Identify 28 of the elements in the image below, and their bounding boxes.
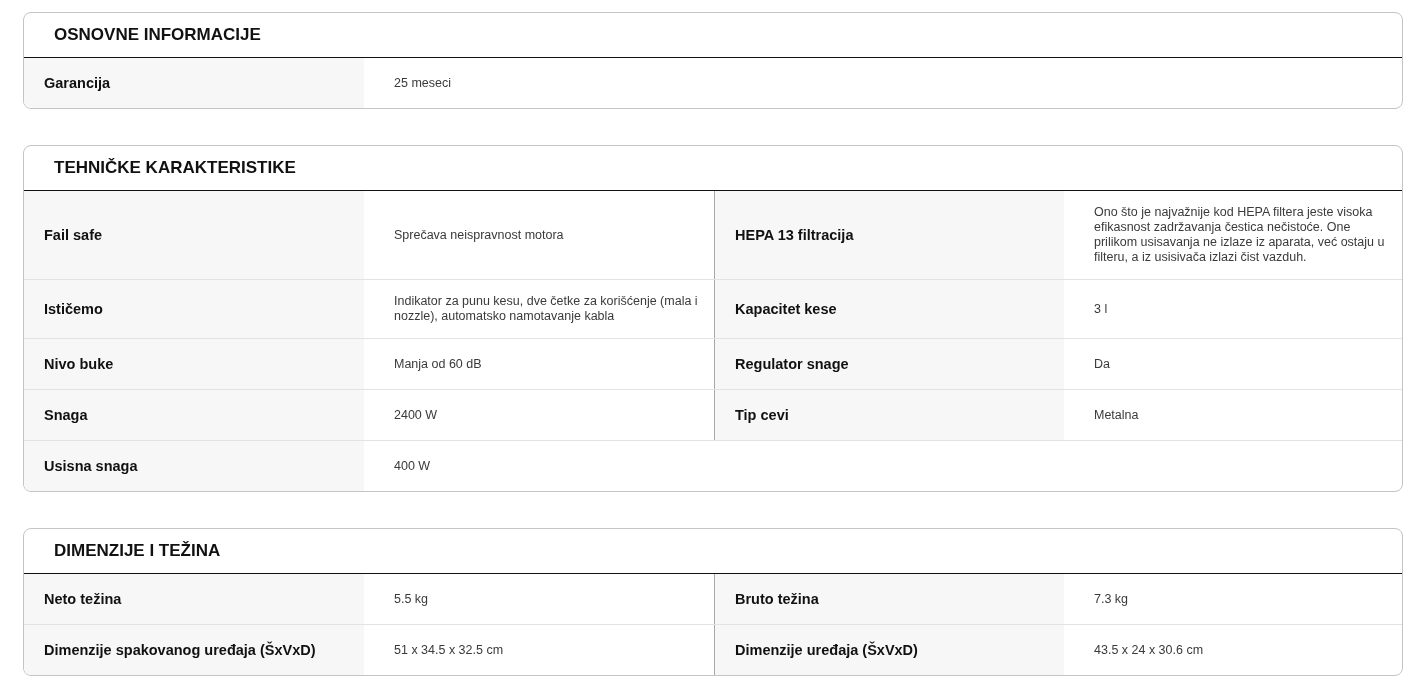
- spec-label: Kapacitet kese: [714, 280, 1064, 338]
- spec-label: Regulator snage: [714, 339, 1064, 389]
- spec-label: Garancija: [24, 58, 364, 108]
- spec-label: HEPA 13 filtracija: [714, 191, 1064, 279]
- spec-value: Indikator za punu kesu, dve četke za korišćenje (mala i nozzle), automatsko namotavanje kabla: [393, 293, 699, 325]
- spec-label: Nivo buke: [24, 339, 364, 389]
- spec-value: Sprečava neispravnost motora: [393, 226, 565, 244]
- spec-value: Da: [1093, 355, 1111, 373]
- spec-label: Neto težina: [24, 574, 364, 624]
- spec-value: 5.5 kg: [393, 590, 430, 608]
- spec-label: Tip cevi: [714, 390, 1064, 440]
- spec-value: 7.3 kg: [1093, 590, 1130, 608]
- spec-label: Dimenzije uređaja (ŠxVxD): [714, 625, 1064, 675]
- spec-label: Fail safe: [24, 191, 364, 279]
- spec-value: 43.5 x 24 x 30.6 cm: [1093, 641, 1205, 659]
- spec-label: Dimenzije spakovanog uređaja (ŠxVxD): [24, 625, 364, 675]
- spec-label: Ističemo: [24, 280, 364, 338]
- spec-value: 3 l: [1093, 300, 1109, 318]
- spec-label: Usisna snaga: [24, 441, 364, 491]
- spec-value: 25 meseci: [393, 74, 452, 92]
- spec-label: Bruto težina: [714, 574, 1064, 624]
- spec-label: Snaga: [24, 390, 364, 440]
- spec-value: Ono što je najvažnije kod HEPA filtera jeste visoka efikasnost zadržavanja čestica nečistoće. One prilikom usisavanja ne izlaze iz aparata, već ostaju u filteru, a iz usisivača izlazi čist vazduh.: [1093, 204, 1386, 266]
- spec-value: 51 x 34.5 x 32.5 cm: [393, 641, 505, 659]
- spec-value: 2400 W: [393, 406, 439, 424]
- spec-value: Manja od 60 dB: [393, 355, 483, 373]
- spec-value: Metalna: [1093, 406, 1140, 424]
- spec-value: 400 W: [393, 457, 432, 475]
